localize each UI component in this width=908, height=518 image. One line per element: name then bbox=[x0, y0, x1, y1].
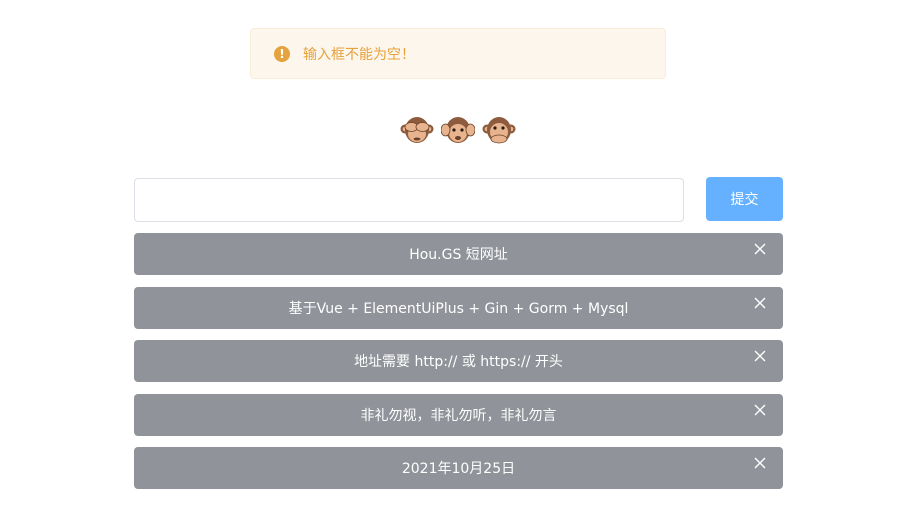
info-card-list: Hou.GS 短网址 基于Vue + ElementUiPlus + Gin +… bbox=[134, 233, 783, 501]
url-input[interactable] bbox=[134, 178, 684, 222]
see-no-evil-monkey-icon bbox=[400, 117, 434, 143]
speak-no-evil-monkey-icon bbox=[482, 117, 516, 144]
info-card: Hou.GS 短网址 bbox=[134, 233, 783, 275]
close-icon[interactable] bbox=[754, 297, 766, 309]
info-card-text: Hou.GS 短网址 bbox=[409, 247, 508, 263]
info-card-text: 地址需要 http:// 或 https:// 开头 bbox=[354, 354, 563, 370]
hear-no-evil-monkey-icon bbox=[441, 117, 475, 143]
warning-message: ! 输入框不能为空！ bbox=[250, 28, 666, 79]
info-card: 地址需要 http:// 或 https:// 开头 bbox=[134, 340, 783, 382]
warning-icon: ! bbox=[274, 45, 290, 62]
warning-text: 输入框不能为空！ bbox=[303, 46, 415, 63]
page: ! 输入框不能为空！ 提交 Hou.GS 短网址 基于Vue + Element… bbox=[0, 0, 908, 518]
info-card: 非礼勿视，非礼勿听，非礼勿言 bbox=[134, 393, 783, 436]
close-icon[interactable] bbox=[754, 350, 766, 362]
info-card-text: 2021年10月25日 bbox=[401, 461, 516, 477]
close-icon[interactable] bbox=[754, 243, 766, 255]
info-card: 2021年10月25日 bbox=[134, 447, 783, 489]
monkey-emoji-row bbox=[400, 112, 516, 150]
info-card-text: 非礼勿视，非礼勿听，非礼勿言 bbox=[360, 407, 557, 424]
close-icon[interactable] bbox=[754, 404, 766, 416]
info-card-text: 基于Vue + ElementUiPlus + Gin + Gorm + Mys… bbox=[288, 300, 629, 317]
submit-button[interactable]: 提交 bbox=[706, 177, 783, 221]
info-card: 基于Vue + ElementUiPlus + Gin + Gorm + Mys… bbox=[134, 286, 783, 329]
close-icon[interactable] bbox=[754, 457, 766, 469]
